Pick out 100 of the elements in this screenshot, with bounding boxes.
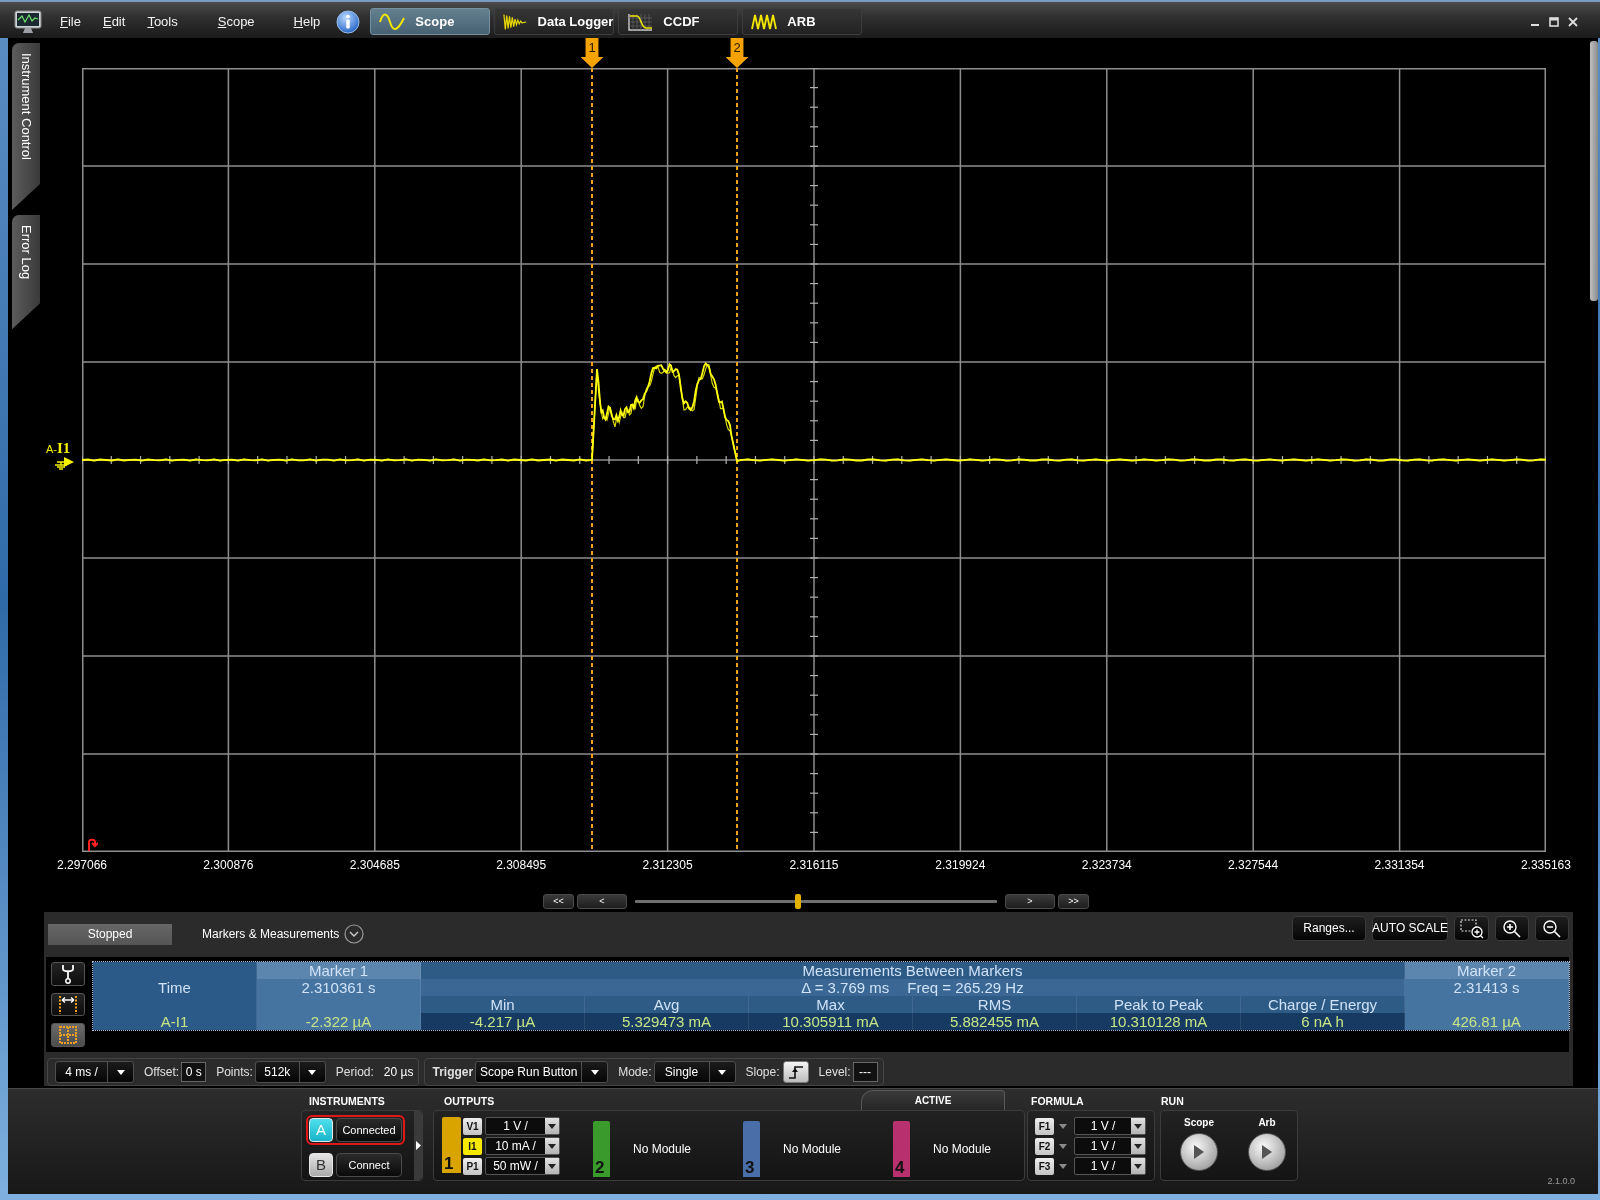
menu-item[interactable]: Scope bbox=[217, 13, 255, 30]
zoom-area-icon bbox=[1459, 918, 1484, 939]
axis-label: 2.331354 bbox=[1374, 858, 1425, 872]
nav-button[interactable]: << bbox=[543, 893, 574, 909]
field-label: Period: bbox=[335, 1065, 374, 1079]
channel-strip[interactable]: 1 bbox=[442, 1117, 461, 1173]
connect-button[interactable]: Connected bbox=[336, 1118, 402, 1142]
channel-badge[interactable]: I1 bbox=[463, 1137, 482, 1155]
offset-field[interactable]: 0 s bbox=[181, 1062, 207, 1082]
sine-wave-icon bbox=[379, 12, 406, 31]
probe-icon bbox=[61, 963, 75, 984]
axis-label: 2.335163 bbox=[1520, 858, 1571, 872]
zoom-out-button[interactable] bbox=[1535, 916, 1569, 941]
channel-badge[interactable]: V1 bbox=[463, 1117, 482, 1135]
axis-label: 2.312305 bbox=[642, 858, 693, 872]
menu-item[interactable]: Edit bbox=[102, 13, 126, 30]
close-icon[interactable] bbox=[1568, 16, 1578, 27]
formula-badge[interactable]: F2 bbox=[1035, 1137, 1054, 1155]
module-status: No Module bbox=[933, 1141, 992, 1156]
toolbar-button[interactable]: AUTO SCALE bbox=[1372, 916, 1448, 941]
zoom-in-button[interactable] bbox=[1495, 916, 1529, 941]
zoom-out-icon bbox=[1543, 919, 1561, 938]
play-icon bbox=[1261, 1144, 1273, 1160]
instrument-button[interactable]: B bbox=[309, 1153, 333, 1177]
maximize-icon[interactable] bbox=[1549, 16, 1559, 27]
frequency-value: Freq = 265.29 Hz bbox=[907, 979, 1024, 996]
grid-icon bbox=[58, 1025, 78, 1046]
scale-dropdown[interactable]: 1 V / bbox=[1074, 1117, 1146, 1135]
caret-right-icon[interactable] bbox=[415, 1141, 421, 1150]
scale-dropdown[interactable]: 1 V / bbox=[1074, 1157, 1146, 1175]
table-cell: 6 nA h bbox=[1241, 1013, 1405, 1030]
field-label: Mode: bbox=[618, 1065, 652, 1079]
table-cell: 10.305911 mA bbox=[749, 1013, 913, 1030]
caret-down-icon bbox=[116, 1069, 125, 1075]
menu-item[interactable]: File bbox=[60, 13, 81, 30]
toolbar-button[interactable]: Ranges... bbox=[1292, 916, 1366, 941]
active-tab[interactable]: ACTIVE bbox=[861, 1090, 1005, 1110]
scale-dropdown[interactable]: 50 mW / bbox=[485, 1157, 560, 1175]
mode-tab[interactable]: CCDF bbox=[618, 8, 739, 35]
side-tab[interactable]: Instrument Control bbox=[12, 43, 40, 210]
play-icon bbox=[1193, 1144, 1205, 1160]
mode-tab[interactable]: Data Logger bbox=[494, 8, 615, 35]
formula-badge[interactable]: F3 bbox=[1035, 1157, 1054, 1175]
curve-chart-icon bbox=[627, 12, 654, 31]
table-cell: 10.310128 mA bbox=[1077, 1013, 1241, 1030]
scale-dropdown[interactable]: 10 mA / bbox=[485, 1137, 560, 1155]
caret-down-icon bbox=[548, 1143, 556, 1149]
zoom-area-button[interactable] bbox=[1454, 916, 1489, 941]
channel-strip[interactable]: 3 bbox=[743, 1120, 760, 1177]
axis-label: 2.316115 bbox=[789, 858, 839, 872]
section-label: OUTPUTS bbox=[444, 1094, 495, 1108]
trigger-source-dropdown[interactable]: Scope Run Button bbox=[475, 1061, 609, 1083]
slope-button[interactable] bbox=[782, 1061, 809, 1083]
scale-dropdown[interactable]: 1 V / bbox=[1074, 1137, 1146, 1155]
mode-tab[interactable]: ARB bbox=[742, 8, 863, 35]
slider-thumb[interactable] bbox=[794, 893, 801, 909]
play-button[interactable] bbox=[1248, 1133, 1286, 1171]
vertical-scrollbar[interactable] bbox=[1590, 41, 1598, 301]
mode-dropdown[interactable]: Single bbox=[653, 1061, 736, 1083]
marker-flag[interactable]: 2 bbox=[725, 38, 749, 68]
points-dropdown[interactable]: 512k bbox=[254, 1061, 326, 1083]
caret-down-icon bbox=[1059, 1163, 1067, 1169]
caret-down-icon bbox=[308, 1069, 317, 1075]
run-label: Arb bbox=[1258, 1117, 1276, 1128]
zigzag-wave-icon bbox=[751, 12, 778, 31]
level-field[interactable]: --- bbox=[852, 1062, 878, 1082]
nav-button[interactable]: > bbox=[1005, 893, 1055, 909]
nav-button[interactable]: < bbox=[577, 893, 627, 909]
marker-flag[interactable]: 1 bbox=[580, 38, 604, 68]
scale-dropdown[interactable]: 1 V / bbox=[485, 1117, 560, 1135]
menu-item[interactable]: Help bbox=[293, 13, 321, 30]
formula-badge[interactable]: F1 bbox=[1035, 1117, 1054, 1135]
view-button[interactable] bbox=[51, 992, 85, 1017]
mode-tab[interactable]: Scope bbox=[370, 8, 491, 35]
caret-down-icon bbox=[1059, 1143, 1067, 1149]
caret-down-icon bbox=[590, 1069, 599, 1075]
field-label: Trigger bbox=[432, 1065, 474, 1079]
status-button[interactable]: Stopped bbox=[48, 924, 172, 945]
timebase-dropdown[interactable]: 4 ms / bbox=[55, 1061, 134, 1083]
nav-button[interactable]: >> bbox=[1058, 893, 1089, 909]
caret-down-icon bbox=[1134, 1143, 1142, 1149]
menu-item[interactable]: Tools bbox=[147, 13, 178, 30]
field-label: Points: bbox=[216, 1065, 253, 1079]
caret-down-icon bbox=[1134, 1163, 1142, 1169]
chevron-down-icon[interactable] bbox=[344, 924, 365, 944]
column-header: Marker 1 bbox=[257, 962, 421, 979]
info-icon[interactable] bbox=[336, 9, 361, 34]
side-tab[interactable]: Error Log bbox=[12, 214, 40, 330]
section-label: FORMULA bbox=[1031, 1094, 1084, 1108]
channel-badge[interactable]: P1 bbox=[463, 1157, 482, 1175]
play-button[interactable] bbox=[1180, 1133, 1218, 1171]
axis-label: 2.327544 bbox=[1228, 858, 1279, 872]
caret-down-icon bbox=[1134, 1123, 1142, 1129]
monitor-icon[interactable] bbox=[14, 9, 42, 34]
channel-strip[interactable]: 2 bbox=[593, 1120, 610, 1177]
view-button[interactable] bbox=[51, 962, 85, 986]
field-label: Offset: bbox=[144, 1065, 180, 1079]
connect-button[interactable]: Connect bbox=[336, 1153, 402, 1177]
axis-label: 2.304685 bbox=[349, 858, 400, 872]
axis-label: 2.319924 bbox=[935, 858, 986, 872]
